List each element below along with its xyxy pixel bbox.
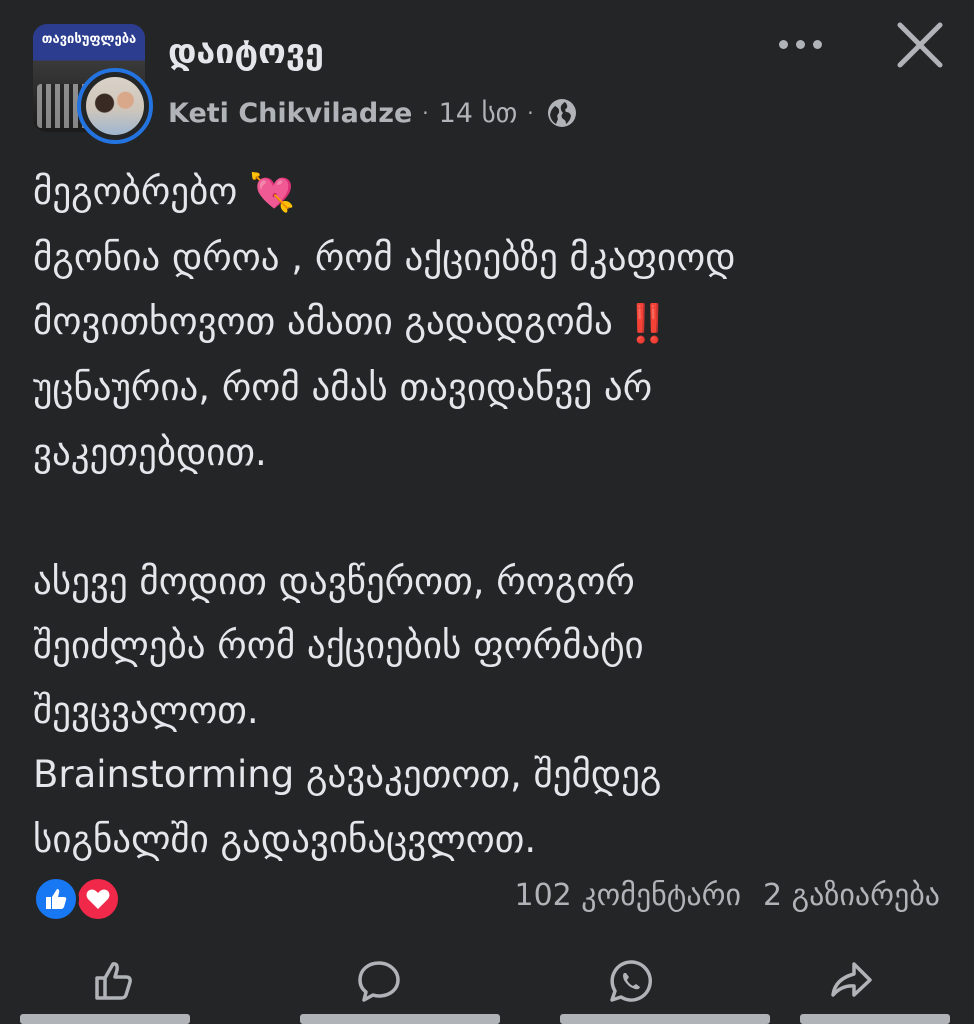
share-icon [831,962,872,997]
like-button[interactable] [92,958,148,1014]
post-line: მგონია დროა , რომ აქციებზე მკაფიოდ [33,235,736,279]
group-name[interactable]: დაიტოვე [168,30,324,74]
post-line-text: მეგობრებო [33,170,238,213]
label-stub [800,1014,950,1024]
meta-separator: · [527,101,534,125]
post-line: მოვითხოვოთ ამათი გადადგომა ‼️ [33,290,953,356]
post-time[interactable]: 14 სთ [439,98,518,129]
comment-button[interactable] [356,958,412,1014]
label-stub [20,1014,190,1024]
thumbs-up-icon [95,962,132,1000]
post-line-blank [33,485,953,550]
author-avatar[interactable] [77,68,153,144]
love-icon [75,876,121,922]
post-line: ვაკეთებდით. [33,430,267,474]
post-header: თავისუფლება დაიტოვე Keti Chikviladze · 1… [0,0,974,160]
more-dot [795,39,805,49]
post-line: მეგობრებო 💘 [33,160,953,226]
post-meta: Keti Chikviladze · 14 სთ · [168,93,578,133]
post-line: Brainstorming გავაკეთოთ, შემდეგ [33,753,662,796]
label-stub [300,1014,500,1024]
globe-icon [546,97,578,129]
post-body: მეგობრებო 💘 მგონია დროა , რომ აქციებზე მ… [33,160,953,872]
author-avatar-photo [86,77,144,135]
close-button[interactable] [890,18,950,74]
post-line: შეიძლება რომ აქციების ფორმატი [33,624,644,667]
post-line: შევცვალოთ. [33,688,259,732]
like-icon [33,876,79,922]
post-line: სიგნალში გადავინაცვლოთ. [33,817,537,861]
share-button[interactable] [828,958,884,1014]
shares-count[interactable]: 2 გაზიარება [763,878,940,913]
post-line: ასევე მოდით დავწეროთ, როგორ [33,559,635,603]
heart-arrow-emoji: 💘 [249,171,296,215]
group-avatar-text: თავისუფლება [41,32,137,47]
close-icon [897,22,943,68]
meta-separator: · [422,101,429,125]
whatsapp-button[interactable] [608,958,664,1014]
whatsapp-icon [610,960,652,1002]
author-name[interactable]: Keti Chikviladze [168,98,412,129]
reaction-summary[interactable] [33,876,133,924]
more-options-button[interactable] [770,26,830,62]
comments-count[interactable]: 102 კომენტარი [515,878,742,913]
double-exclamation-emoji: ‼️ [624,301,671,345]
post-line: უცნაურია, რომ ამას თავიდანვე არ [33,366,653,409]
action-bar [0,950,974,1024]
post-stats: 102 კომენტარი 2 გაზიარება [515,878,941,913]
action-labels-cutoff [0,1014,974,1024]
comment-icon [358,961,400,1002]
label-stub [560,1014,770,1024]
more-horizontal-icon [778,39,788,49]
more-dot [812,39,822,49]
post-line-text: მოვითხოვოთ ამათი გადადგომა [33,300,613,344]
